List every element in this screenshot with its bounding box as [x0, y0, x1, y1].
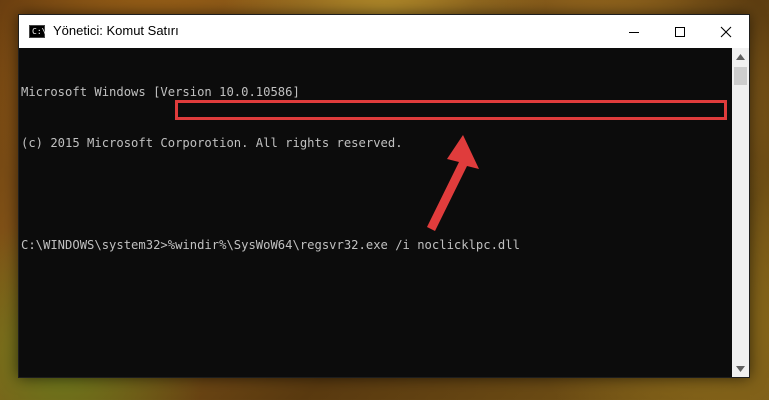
command-highlight-box	[175, 100, 727, 120]
maximize-icon	[675, 26, 685, 37]
title-bar[interactable]: C:\ Yönetici: Komut Satırı	[19, 15, 749, 48]
console-prompt: C:\WINDOWS\system32>	[21, 238, 168, 252]
minimize-icon	[629, 31, 639, 33]
cmd-app-icon: C:\	[29, 25, 47, 38]
console-line: Microsoft Windows [Version 10.0.10586]	[21, 85, 300, 99]
window-title: Yönetici: Komut Satırı	[53, 23, 179, 38]
console-line: (c) 2015 Microsoft Corporotion. All righ…	[21, 136, 403, 150]
console-output[interactable]: Microsoft Windows [Version 10.0.10586] (…	[19, 48, 732, 377]
scroll-down-button[interactable]	[732, 360, 749, 377]
console-command: %windir%\SysWoW64\regsvr32.exe /i noclic…	[167, 238, 520, 252]
pointer-arrow-icon	[427, 135, 479, 231]
scrollbar-thumb[interactable]	[734, 67, 747, 85]
command-prompt-window: C:\ Yönetici: Komut Satırı Microsoft Win…	[18, 14, 750, 378]
minimize-button[interactable]	[611, 15, 657, 48]
close-button[interactable]	[703, 15, 749, 48]
maximize-button[interactable]	[657, 15, 703, 48]
command-line: C:\WINDOWS\system32>%windir%\SysWoW64\re…	[21, 237, 732, 254]
cmd-icon-label: C:\	[32, 27, 47, 36]
chevron-down-icon	[736, 365, 745, 372]
close-icon	[720, 26, 732, 37]
vertical-scrollbar[interactable]	[732, 48, 749, 377]
chevron-up-icon	[736, 53, 745, 60]
scroll-up-button[interactable]	[732, 48, 749, 65]
